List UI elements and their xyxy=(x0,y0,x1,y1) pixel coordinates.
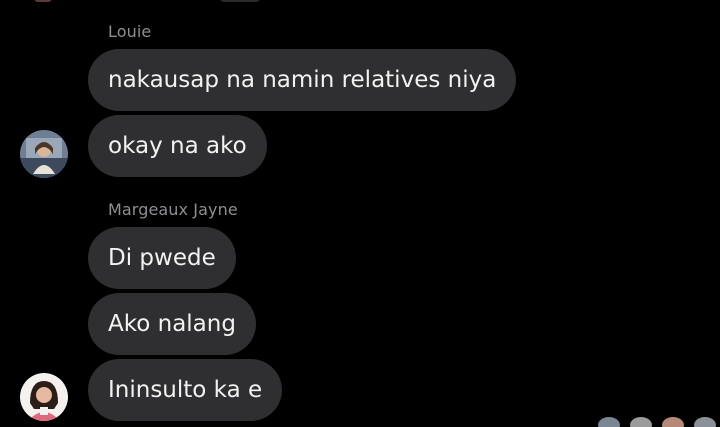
louie-avatar[interactable] xyxy=(20,130,68,178)
seen-avatar-icon xyxy=(598,417,620,427)
message-bubble[interactable]: okay na ako xyxy=(88,115,267,177)
message-bubble[interactable]: Ako nalang xyxy=(88,293,256,355)
previous-avatar-remnant xyxy=(34,0,52,2)
seen-avatar-icon xyxy=(662,417,684,427)
profile-photo-icon xyxy=(20,130,68,178)
seen-avatar-icon xyxy=(630,417,652,427)
previous-bubble-remnant xyxy=(220,0,260,2)
chat-thread: Louie nakausap na namin relatives niya o… xyxy=(0,0,720,427)
seen-avatar-icon xyxy=(694,417,716,427)
seen-receipts[interactable] xyxy=(598,417,716,427)
profile-photo-icon xyxy=(20,373,68,421)
message-bubble[interactable]: Di pwede xyxy=(88,227,236,289)
sender-name-margeaux: Margeaux Jayne xyxy=(108,200,238,219)
margeaux-avatar[interactable] xyxy=(20,373,68,421)
message-bubble[interactable]: Ininsulto ka e xyxy=(88,359,283,421)
message-bubble[interactable]: nakausap na namin relatives niya xyxy=(88,49,517,111)
sender-name-louie: Louie xyxy=(108,22,152,41)
